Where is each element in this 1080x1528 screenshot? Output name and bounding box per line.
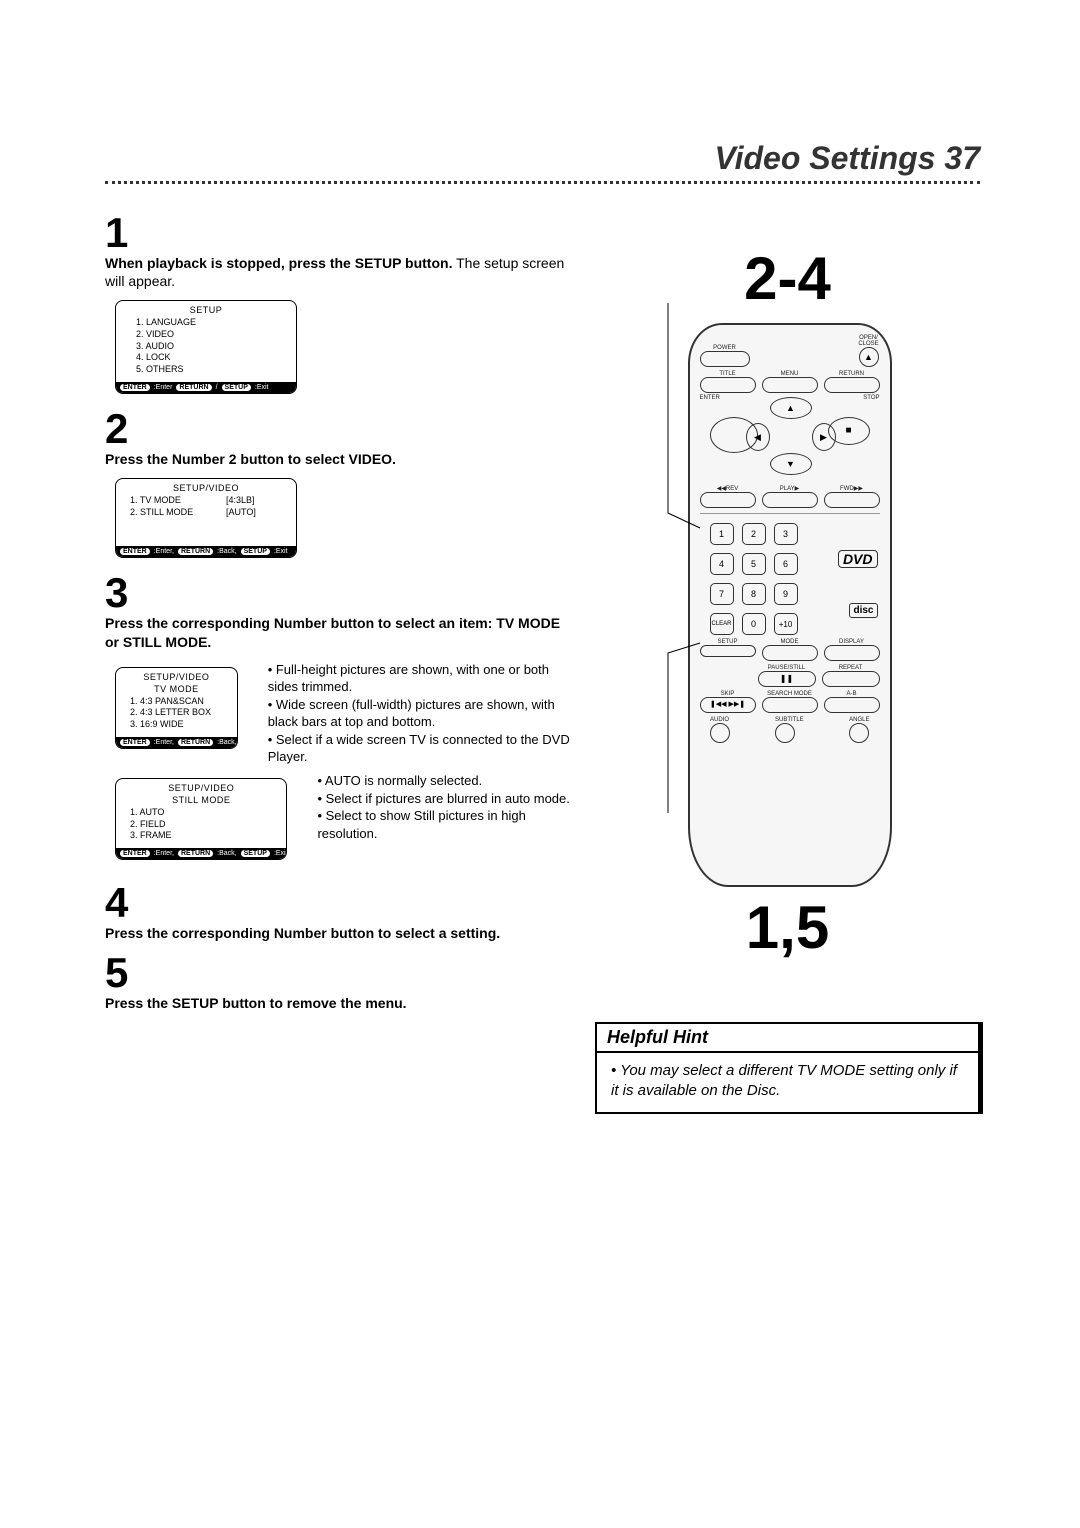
repeat-button[interactable] [822, 671, 880, 687]
title-button[interactable] [700, 377, 756, 393]
display-button[interactable] [824, 645, 880, 661]
fwd-button[interactable] [824, 492, 880, 508]
hint-body: • You may select a different TV MODE set… [597, 1053, 978, 1112]
menu-button[interactable] [762, 377, 818, 393]
dvd-logo-icon: DVD [838, 550, 878, 568]
step-3-text: Press the corresponding Number button to… [105, 614, 575, 650]
osd-setup: SETUP 1. LANGUAGE 2. VIDEO 3. AUDIO 4. L… [115, 300, 297, 393]
step-2-text: Press the Number 2 button to select VIDE… [105, 450, 575, 468]
manual-page: Video Settings 37 1 When playback is sto… [0, 0, 1080, 1154]
step-1-number: 1 [105, 212, 575, 254]
tvmode-notes: Full-height pictures are shown, with one… [268, 661, 575, 766]
audio-button[interactable] [710, 723, 730, 743]
pause-still-button[interactable]: ❚❚ [758, 671, 816, 687]
callout-line-icon [628, 623, 708, 823]
angle-button[interactable] [849, 723, 869, 743]
num-1-button[interactable]: 1 [710, 523, 734, 545]
osd-setup-footer: ENTER:Enter RETURN/ SETUP:Exit [116, 382, 296, 393]
osd-tvmode: SETUP/VIDEO TV MODE 1. 4:3 PAN&SCAN 2. 4… [115, 667, 238, 749]
callout-1-5: 1,5 [595, 893, 980, 962]
hint-title: Helpful Hint [597, 1024, 978, 1053]
num-3-button[interactable]: 3 [774, 523, 798, 545]
dpad-down[interactable]: ▼ [770, 453, 812, 475]
num-5-button[interactable]: 5 [742, 553, 766, 575]
skip-button[interactable]: ❚◀◀ ▶▶❚ [700, 697, 756, 713]
step-4-text: Press the corresponding Number button to… [105, 924, 575, 942]
osd-video-body: 1. TV MODE[4:3LB] 2. STILL MODE[AUTO] [116, 495, 296, 546]
num-7-button[interactable]: 7 [710, 583, 734, 605]
play-button[interactable] [762, 492, 818, 508]
dpad-up[interactable]: ▲ [770, 397, 812, 419]
dpad-left[interactable]: ◀ [746, 423, 770, 451]
stillmode-notes: AUTO is normally selected. Select if pic… [317, 772, 575, 842]
step-1-text: When playback is stopped, press the SETU… [105, 254, 575, 290]
osd-video: SETUP/VIDEO 1. TV MODE[4:3LB] 2. STILL M… [115, 478, 297, 558]
osd-video-title: SETUP/VIDEO [116, 479, 296, 495]
label-open-close: OPEN/ CLOSE [858, 335, 880, 347]
plus10-button[interactable]: +10 [774, 613, 798, 635]
osd-setup-title: SETUP [116, 301, 296, 317]
helpful-hint-box: Helpful Hint • You may select a differen… [595, 1022, 980, 1114]
mode-button[interactable] [762, 645, 818, 661]
osd-tvmode-footer: ENTER:Enter, RETURN:Back, SETUP:Exit [116, 737, 237, 748]
open-close-button[interactable]: ▲ [859, 347, 879, 367]
dpad-right[interactable]: ▶ [812, 423, 836, 451]
ab-button[interactable] [824, 697, 880, 713]
num-8-button[interactable]: 8 [742, 583, 766, 605]
num-4-button[interactable]: 4 [710, 553, 734, 575]
instructions-column: 1 When playback is stopped, press the SE… [105, 204, 575, 1114]
step-3-number: 3 [105, 572, 575, 614]
cd-logo-icon: disc [849, 603, 877, 618]
step-4-number: 4 [105, 882, 575, 924]
search-mode-button[interactable] [762, 697, 818, 713]
subtitle-button[interactable] [775, 723, 795, 743]
setup-button[interactable] [700, 645, 756, 657]
num-6-button[interactable]: 6 [774, 553, 798, 575]
divider-dots [105, 181, 980, 184]
step-5-text: Press the SETUP button to remove the men… [105, 994, 575, 1012]
clear-button[interactable]: CLEAR [710, 613, 734, 635]
osd-stillmode: SETUP/VIDEO STILL MODE 1. AUTO 2. FIELD … [115, 778, 287, 860]
num-9-button[interactable]: 9 [774, 583, 798, 605]
step-5-number: 5 [105, 952, 575, 994]
num-2-button[interactable]: 2 [742, 523, 766, 545]
rev-button[interactable] [700, 492, 756, 508]
osd-stillmode-footer: ENTER:Enter, RETURN:Back, SETUP:Exit [116, 848, 286, 859]
number-pad: 1 2 3 4 5 6 7 8 9 CLEAR 0 +10 [710, 523, 798, 635]
osd-setup-body: 1. LANGUAGE 2. VIDEO 3. AUDIO 4. LOCK 5.… [116, 317, 296, 381]
osd-video-footer: ENTER:Enter, RETURN:Back, SETUP:Exit [116, 546, 296, 557]
callout-line-icon [628, 293, 708, 533]
step-2-number: 2 [105, 408, 575, 450]
num-0-button[interactable]: 0 [742, 613, 766, 635]
page-title: Video Settings 37 [105, 140, 980, 177]
remote-column: 2-4 POWER OPEN/ CLOSE ▲ [595, 204, 980, 1114]
dpad: ■ ▲ ▼ ◀ ▶ [740, 397, 840, 477]
remote-illustration: POWER OPEN/ CLOSE ▲ TITLE [688, 323, 892, 887]
return-button[interactable] [824, 377, 880, 393]
